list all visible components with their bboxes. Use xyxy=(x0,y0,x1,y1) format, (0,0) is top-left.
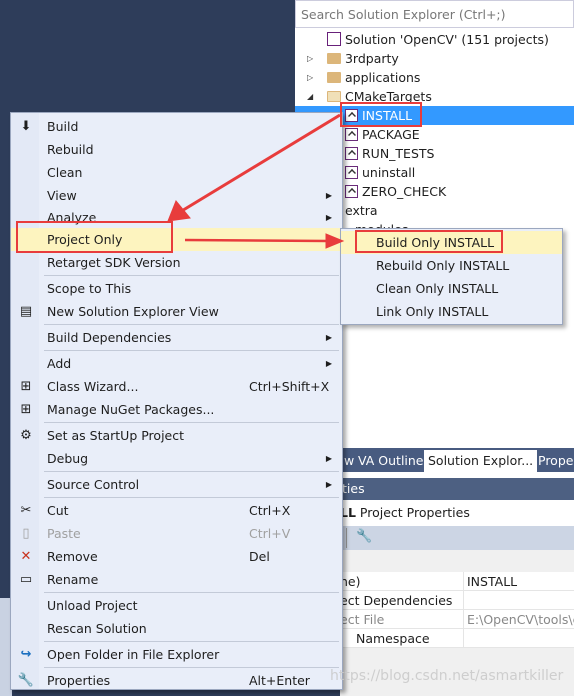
arrow-line-to-submenu xyxy=(184,238,329,243)
arrowhead-icon xyxy=(325,233,345,249)
annotation-arrows xyxy=(167,113,345,249)
watermark: https://blog.csdn.net/asmartkiller xyxy=(330,668,564,684)
arrowhead-icon xyxy=(167,200,191,222)
arrow-line-to-project-only xyxy=(179,113,341,214)
